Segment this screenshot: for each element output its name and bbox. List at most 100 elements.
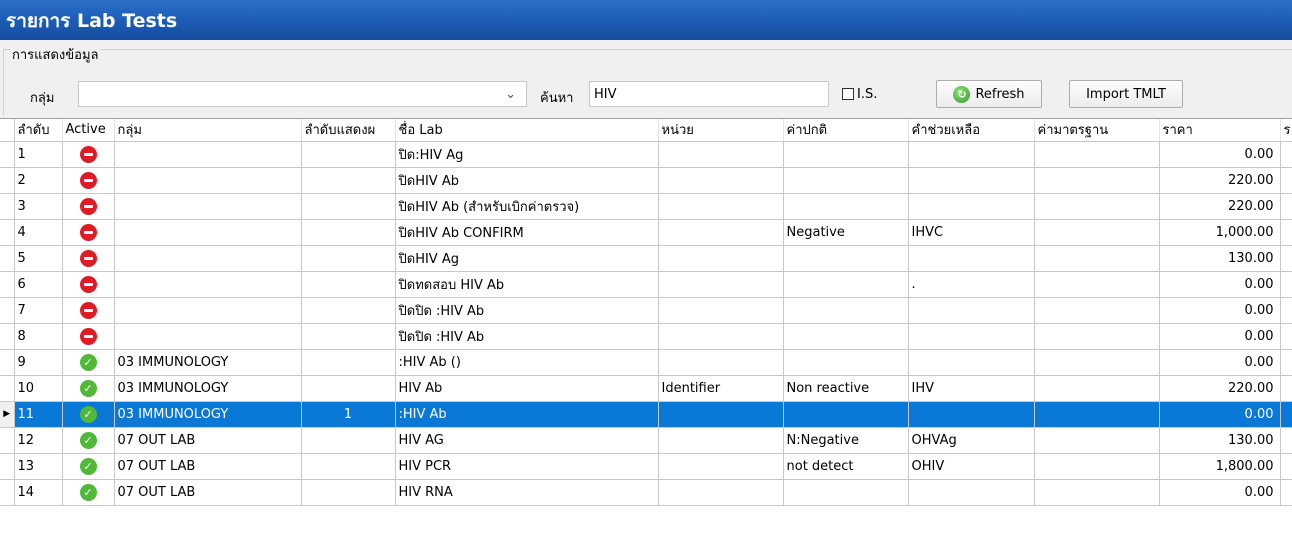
cell-price[interactable]: 130.00 [1159, 245, 1281, 272]
cell-price[interactable]: 0.00 [1159, 297, 1281, 324]
cell-std[interactable] [1034, 427, 1160, 454]
table-row[interactable]: 5 ปิดHIV Ag 130.00 [0, 245, 1292, 272]
cell-unit[interactable] [658, 193, 784, 220]
cell-help[interactable] [908, 141, 1035, 168]
cell-price[interactable]: 0.00 [1159, 401, 1281, 428]
cell-no[interactable]: 14 [14, 479, 63, 506]
cell-normal[interactable] [783, 193, 909, 220]
is-checkbox[interactable] [842, 88, 854, 100]
table-row[interactable]: 4 ปิดHIV Ab CONFIRM Negative IHVC 1,000.00 [0, 219, 1292, 246]
cell-active[interactable] [62, 141, 115, 168]
cell-active[interactable]: ✓ [62, 453, 115, 480]
column-header[interactable]: ลำดับ [14, 119, 63, 142]
cell-unit[interactable] [658, 297, 784, 324]
cell-no[interactable]: 10 [14, 375, 63, 402]
cell-price[interactable]: 0.00 [1159, 323, 1281, 350]
cell-order[interactable] [301, 167, 396, 194]
cell-std[interactable] [1034, 245, 1160, 272]
cell-name[interactable]: ปิด:HIV Ag [395, 141, 659, 168]
cell-std[interactable] [1034, 479, 1160, 506]
cell-active[interactable]: ✓ [62, 401, 115, 428]
column-header[interactable]: Active [62, 119, 115, 142]
cell-std[interactable] [1034, 453, 1160, 480]
cell-order[interactable] [301, 323, 396, 350]
cell-extra[interactable] [1280, 297, 1292, 324]
cell-extra[interactable] [1280, 375, 1292, 402]
row-indicator[interactable] [0, 479, 15, 506]
cell-help[interactable] [908, 297, 1035, 324]
cell-help[interactable]: IHVC [908, 219, 1035, 246]
cell-active[interactable] [62, 271, 115, 298]
cell-help[interactable] [908, 349, 1035, 376]
cell-unit[interactable]: Identifier [658, 375, 784, 402]
cell-price[interactable]: 0.00 [1159, 141, 1281, 168]
cell-extra[interactable] [1280, 193, 1292, 220]
cell-help[interactable]: . [908, 271, 1035, 298]
cell-group[interactable]: 03 IMMUNOLOGY [114, 375, 302, 402]
cell-price[interactable]: 220.00 [1159, 167, 1281, 194]
cell-extra[interactable] [1280, 141, 1292, 168]
is-checkbox-label[interactable]: I.S. [857, 87, 877, 102]
cell-active[interactable] [62, 167, 115, 194]
cell-order[interactable] [301, 427, 396, 454]
column-header[interactable]: ร [1280, 119, 1292, 142]
cell-unit[interactable] [658, 323, 784, 350]
cell-name[interactable]: HIV Ab [395, 375, 659, 402]
cell-order[interactable] [301, 193, 396, 220]
cell-active[interactable] [62, 297, 115, 324]
search-input[interactable] [589, 81, 829, 107]
lab-tests-grid[interactable]: ลำดับ Active กลุ่ม ลำดับแสดงผ ชื่อ Lab หน่วยค… [0, 118, 1292, 557]
cell-name[interactable]: ปิดHIV Ab [395, 167, 659, 194]
group-combobox[interactable]: ⌄ [78, 81, 527, 107]
cell-normal[interactable] [783, 479, 909, 506]
table-row[interactable]: 7 ปิดปิด :HIV Ab 0.00 [0, 297, 1292, 324]
import-tmlt-button[interactable]: Import TMLT [1069, 80, 1183, 108]
cell-price[interactable]: 0.00 [1159, 349, 1281, 376]
cell-name[interactable]: ปิดHIV Ag [395, 245, 659, 272]
cell-order[interactable] [301, 479, 396, 506]
cell-normal[interactable]: N:Negative [783, 427, 909, 454]
cell-name[interactable]: HIV RNA [395, 479, 659, 506]
cell-unit[interactable] [658, 245, 784, 272]
row-indicator[interactable]: ▶ [0, 401, 15, 428]
table-row[interactable]: 2 ปิดHIV Ab 220.00 [0, 167, 1292, 194]
cell-group[interactable] [114, 219, 302, 246]
row-indicator[interactable] [0, 193, 15, 220]
cell-unit[interactable] [658, 141, 784, 168]
cell-unit[interactable] [658, 271, 784, 298]
cell-normal[interactable]: Negative [783, 219, 909, 246]
cell-std[interactable] [1034, 375, 1160, 402]
row-indicator[interactable] [0, 167, 15, 194]
cell-active[interactable]: ✓ [62, 375, 115, 402]
cell-order[interactable] [301, 271, 396, 298]
row-indicator[interactable] [0, 141, 15, 168]
cell-unit[interactable] [658, 349, 784, 376]
cell-unit[interactable] [658, 453, 784, 480]
cell-no[interactable]: 2 [14, 167, 63, 194]
cell-extra[interactable] [1280, 453, 1292, 480]
cell-normal[interactable] [783, 141, 909, 168]
cell-active[interactable] [62, 323, 115, 350]
cell-name[interactable]: HIV AG [395, 427, 659, 454]
cell-active[interactable]: ✓ [62, 427, 115, 454]
cell-std[interactable] [1034, 271, 1160, 298]
cell-unit[interactable] [658, 167, 784, 194]
row-indicator[interactable] [0, 349, 15, 376]
cell-group[interactable]: 07 OUT LAB [114, 479, 302, 506]
cell-std[interactable] [1034, 323, 1160, 350]
cell-group[interactable] [114, 245, 302, 272]
cell-help[interactable] [908, 323, 1035, 350]
cell-normal[interactable]: not detect [783, 453, 909, 480]
cell-std[interactable] [1034, 297, 1160, 324]
cell-no[interactable]: 8 [14, 323, 63, 350]
table-row[interactable]: ▶ 11 ✓ 03 IMMUNOLOGY 1:HIV Ab 0.00 [0, 401, 1292, 428]
cell-help[interactable]: OHVAg [908, 427, 1035, 454]
table-row[interactable]: 1 ปิด:HIV Ag 0.00 [0, 141, 1292, 168]
cell-normal[interactable] [783, 323, 909, 350]
cell-active[interactable]: ✓ [62, 349, 115, 376]
cell-price[interactable]: 220.00 [1159, 375, 1281, 402]
cell-price[interactable]: 1,000.00 [1159, 219, 1281, 246]
column-header[interactable]: กลุ่ม [114, 119, 302, 142]
column-header[interactable]: ราคา [1159, 119, 1281, 142]
cell-group[interactable]: 07 OUT LAB [114, 453, 302, 480]
